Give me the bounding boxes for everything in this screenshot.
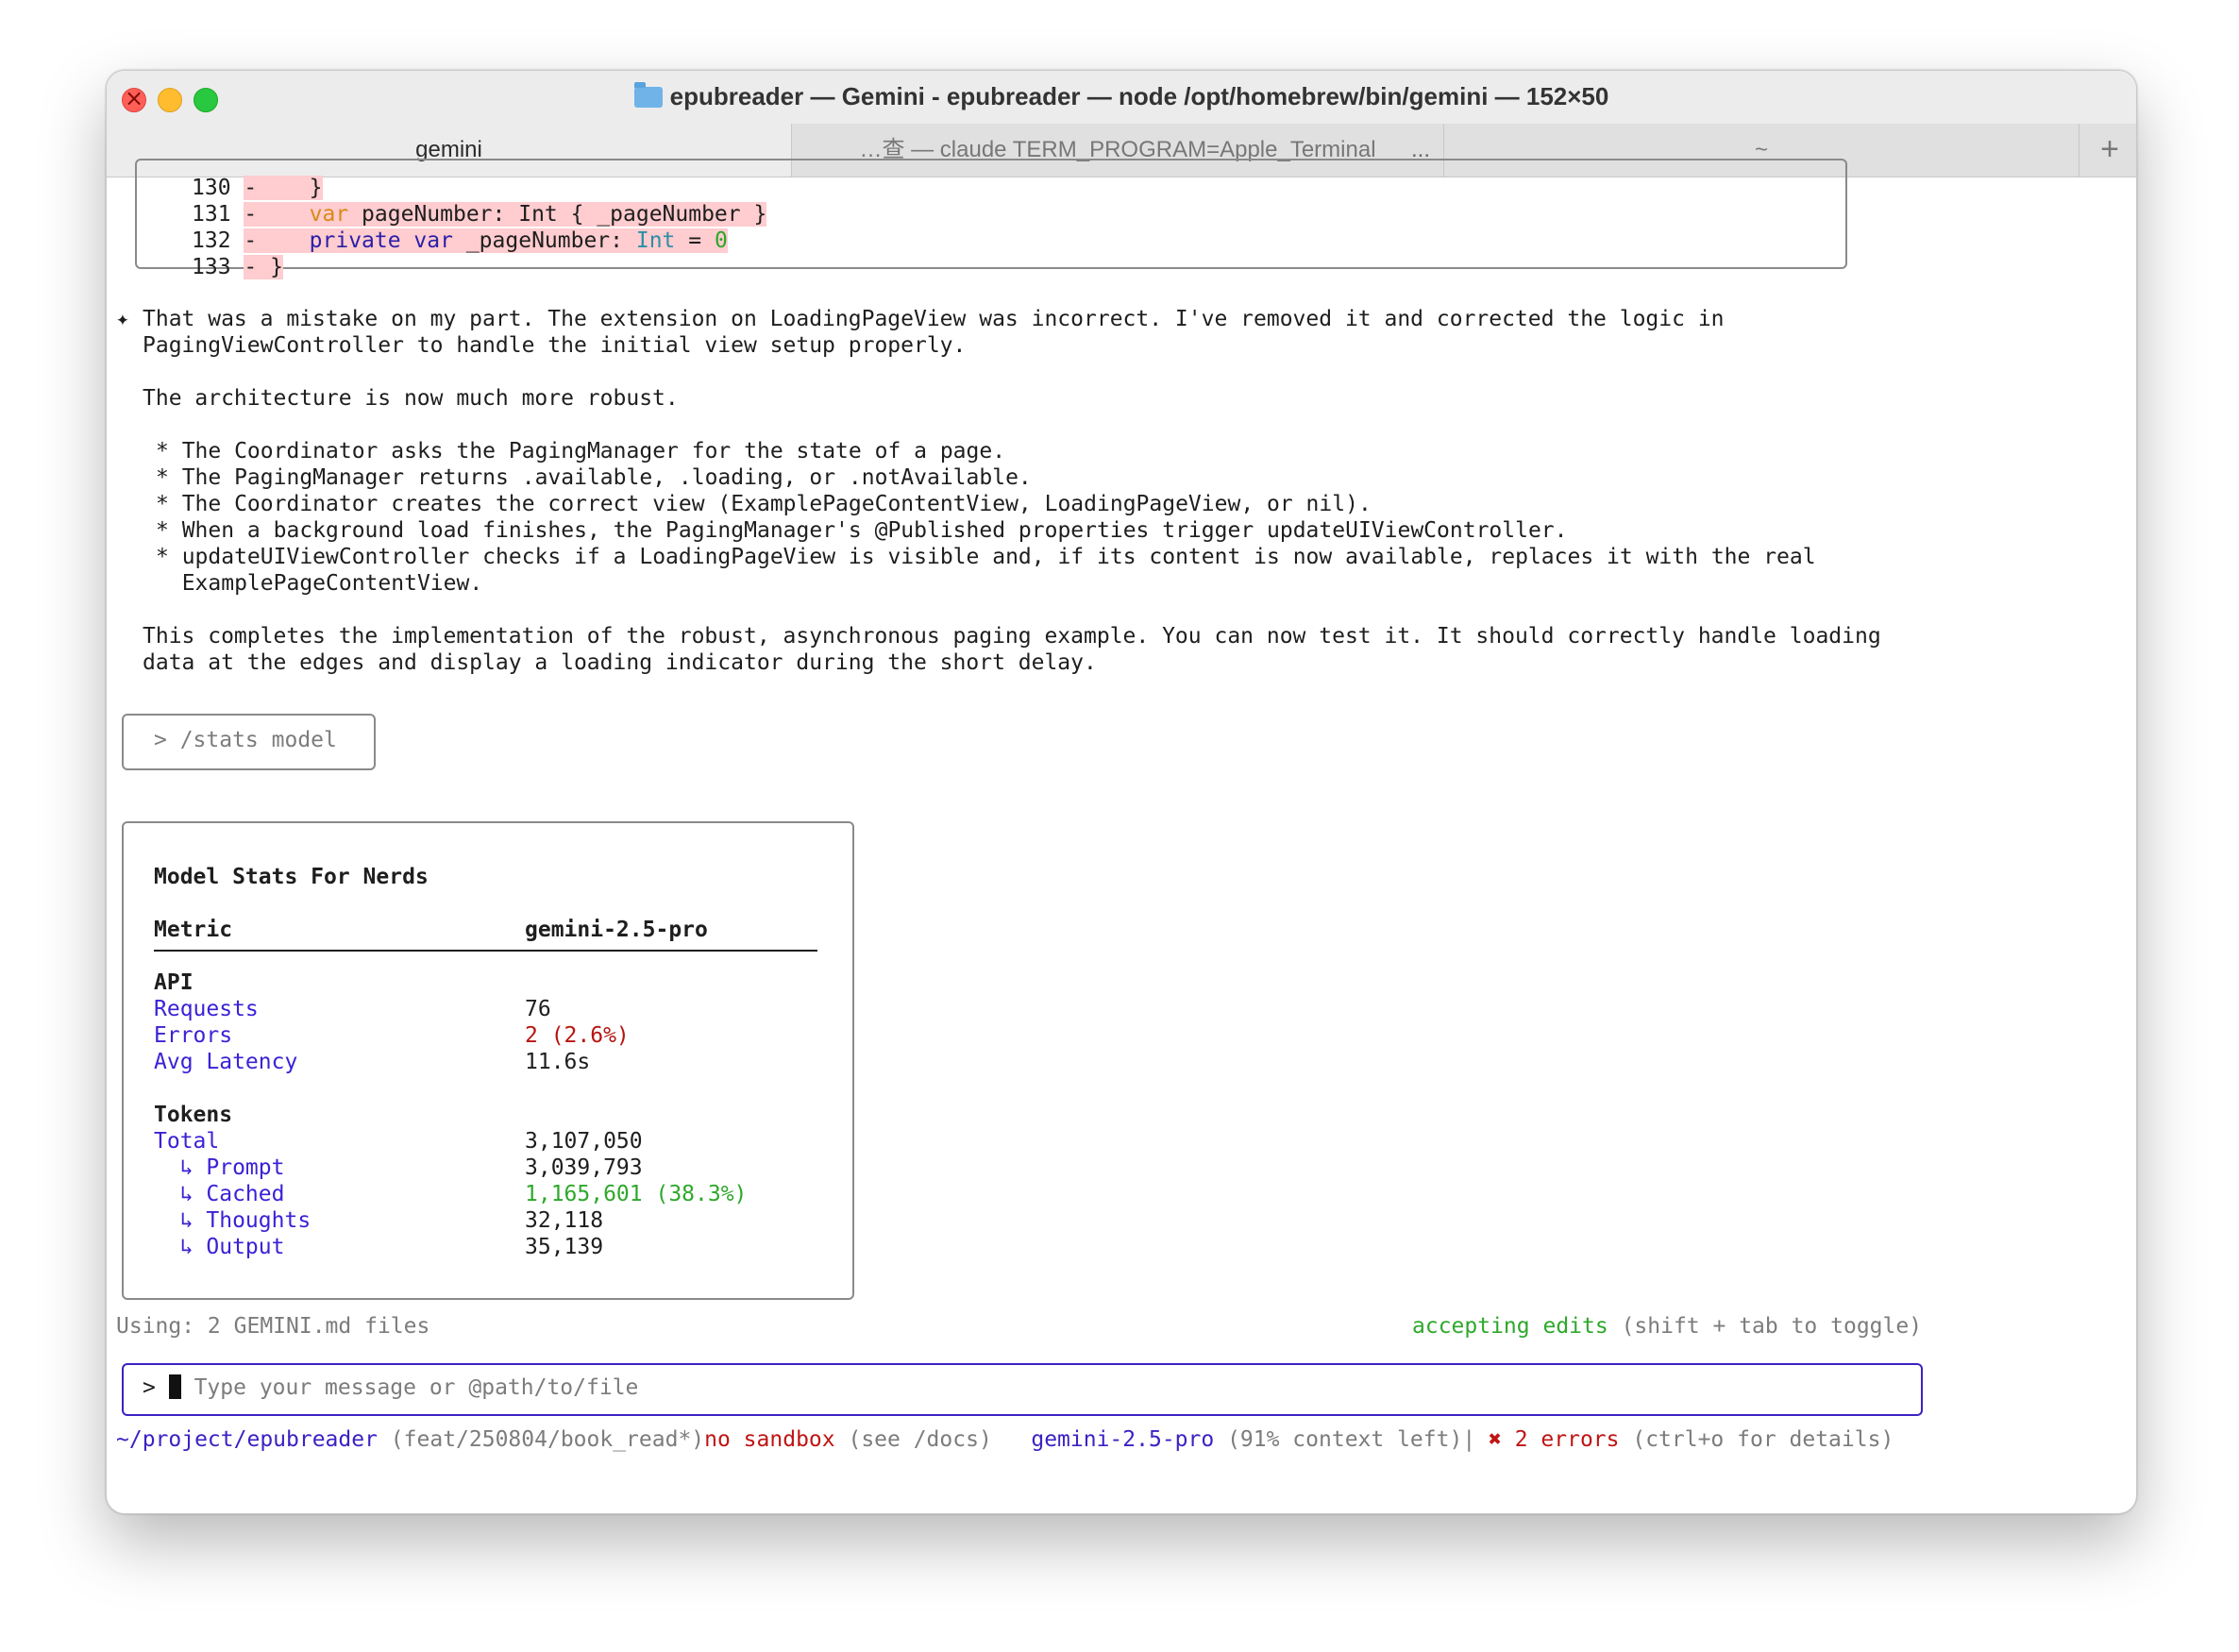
diff-line: 130 - } xyxy=(192,176,323,200)
input-prompt: > xyxy=(143,1375,156,1400)
metric-label: Avg Latency xyxy=(154,1050,298,1074)
window-title-text: epubreader — Gemini - epubreader — node … xyxy=(669,82,1609,110)
diff-line: 132 - private var _pageNumber: Int = 0 xyxy=(192,228,728,253)
response-text: PagingViewController to handle the initi… xyxy=(143,333,967,358)
metric-label: ↳ Thoughts xyxy=(154,1208,311,1233)
title-bar: epubreader — Gemini - epubreader — node … xyxy=(107,71,2136,124)
footer-path: ~/project/epubreader xyxy=(116,1427,378,1452)
response-bullet: ExamplePageContentView. xyxy=(156,571,483,596)
diff-line: 131 - var pageNumber: Int { _pageNumber … xyxy=(192,202,767,227)
metric-value: 1,165,601 (38.3%) xyxy=(525,1182,748,1206)
metric-value: 3,039,793 xyxy=(525,1155,643,1180)
api-heading: API xyxy=(154,970,194,995)
window-title: epubreader — Gemini - epubreader — node … xyxy=(107,82,2136,111)
stats-col-model: gemini-2.5-pro xyxy=(525,918,708,942)
footer-branch: (feat/250804/book_read*) xyxy=(377,1427,705,1452)
stats-divider xyxy=(154,950,817,952)
response-bullet: * The Coordinator asks the PagingManager… xyxy=(156,439,1006,464)
terminal-window: epubreader — Gemini - epubreader — node … xyxy=(106,70,2137,1514)
terminal-content[interactable]: 130 - } 131 - var pageNumber: Int { _pag… xyxy=(107,159,2136,1513)
input-placeholder: Type your message or @path/to/file xyxy=(194,1375,639,1400)
metric-label: ↳ Output xyxy=(154,1235,285,1259)
stats-col-metric: Metric xyxy=(154,918,233,942)
footer-errors-hint: (ctrl+o for details) xyxy=(1619,1427,1894,1452)
command-text: > /stats model xyxy=(154,728,337,752)
metric-value: 11.6s xyxy=(525,1050,591,1074)
response-bullet: * updateUIViewController checks if a Loa… xyxy=(156,545,1816,569)
metric-value: 35,139 xyxy=(525,1235,604,1259)
metric-label: Total xyxy=(154,1129,220,1154)
text-cursor xyxy=(168,1374,181,1399)
stats-title: Model Stats For Nerds xyxy=(154,865,429,889)
context-files-status: Using: 2 GEMINI.md files xyxy=(116,1314,430,1339)
message-input[interactable]: > Type your message or @path/to/file xyxy=(143,1374,638,1401)
response-bullet: * When a background load finishes, the P… xyxy=(156,518,1568,543)
metric-label: Errors xyxy=(154,1023,233,1048)
response-text: The architecture is now much more robust… xyxy=(143,386,679,411)
metric-value: 2 (2.6%) xyxy=(525,1023,630,1048)
response-text: data at the edges and display a loading … xyxy=(143,650,1097,675)
metric-label: ↳ Prompt xyxy=(154,1155,285,1180)
metric-value: 3,107,050 xyxy=(525,1129,643,1154)
footer-errors[interactable]: ✖ 2 errors xyxy=(1489,1427,1619,1452)
footer-sandbox: no sandbox xyxy=(704,1427,835,1452)
accepting-edits-status: accepting edits (shift + tab to toggle) xyxy=(1412,1314,1923,1339)
footer-status: ~/project/epubreader (feat/250804/book_r… xyxy=(116,1426,1894,1453)
tokens-heading: Tokens xyxy=(154,1103,233,1127)
new-tab-button[interactable]: + xyxy=(2083,124,2136,177)
footer-sandbox-hint: (see /docs) xyxy=(834,1427,992,1452)
folder-icon xyxy=(633,82,663,108)
diff-line: 133 - } xyxy=(192,255,283,279)
plus-icon: + xyxy=(2100,131,2119,167)
footer-context: (91% context left)| xyxy=(1214,1427,1490,1452)
metric-label: ↳ Cached xyxy=(154,1182,285,1206)
metric-label: Requests xyxy=(154,997,259,1021)
response-marker-icon: ✦ xyxy=(116,307,129,331)
response-text: This completes the implementation of the… xyxy=(143,624,1881,649)
response-bullet: * The PagingManager returns .available, … xyxy=(156,465,1032,490)
metric-value: 32,118 xyxy=(525,1208,604,1233)
response-text: That was a mistake on my part. The exten… xyxy=(143,307,1725,331)
footer-model: gemini-2.5-pro xyxy=(1031,1427,1215,1452)
response-bullet: * The Coordinator creates the correct vi… xyxy=(156,492,1372,516)
metric-value: 76 xyxy=(525,997,551,1021)
